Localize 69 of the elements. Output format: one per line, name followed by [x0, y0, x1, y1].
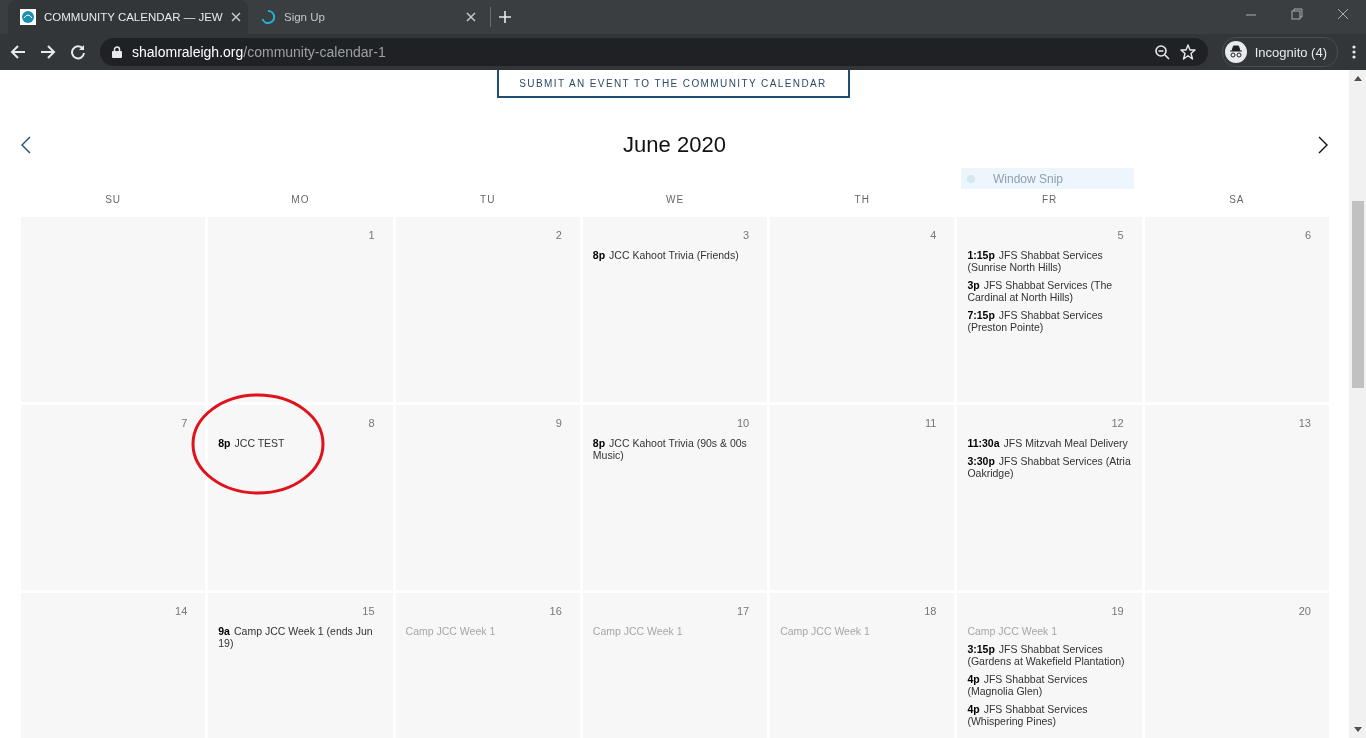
- tab-title: COMMUNITY CALENDAR — JEW: [44, 11, 223, 23]
- day-number: 17: [735, 605, 751, 617]
- tooltip-text: Window Snip: [993, 171, 1064, 186]
- calendar-event[interactable]: 3:15p JFS Shabbat Services (Gardens at Wakefield Plantation): [967, 643, 1132, 667]
- calendar-event[interactable]: 11:30a JFS Mitzvah Meal Delivery: [967, 437, 1132, 449]
- loading-spinner-icon: [260, 9, 276, 25]
- scrollbar-thumb[interactable]: [1351, 201, 1364, 388]
- incognito-icon: [1224, 41, 1247, 63]
- day-number: 4: [929, 229, 938, 241]
- url-text: shalomraleigh.org/community-calendar-1: [132, 44, 386, 60]
- calendar-event[interactable]: 1:15p JFS Shabbat Services (Sunrise North Hills): [967, 249, 1132, 273]
- weekday-label: MO: [290, 194, 311, 205]
- calendar-event[interactable]: 8p JCC TEST: [218, 437, 383, 449]
- day-number: 5: [1116, 229, 1125, 241]
- weekday-label: TU: [479, 194, 497, 205]
- day-number: 13: [1297, 417, 1312, 429]
- calendar-event[interactable]: 3:30p JFS Shabbat Services (Atria Oakridge): [967, 455, 1132, 479]
- month-title: June 2020: [623, 132, 726, 158]
- day-number: 12: [1110, 417, 1125, 429]
- day-number: 11: [924, 417, 938, 429]
- calendar-event[interactable]: 4p JFS Shabbat Services (Magnolia Glen): [967, 673, 1132, 697]
- reload-icon[interactable]: [70, 44, 86, 60]
- address-bar[interactable]: shalomraleigh.org/community-calendar-1: [100, 38, 1208, 66]
- day-number: 6: [1303, 229, 1312, 241]
- dot-icon: [967, 174, 975, 183]
- close-icon[interactable]: [230, 12, 241, 22]
- close-icon[interactable]: [466, 12, 476, 22]
- submit-event-button[interactable]: SUBMIT AN EVENT TO THE COMMUNITY CALENDAR: [496, 70, 850, 98]
- weekday-label: TH: [853, 194, 871, 205]
- scroll-up-icon[interactable]: [1353, 76, 1362, 81]
- day-number: 14: [174, 605, 189, 617]
- day-number: 3: [742, 229, 751, 241]
- new-tab-icon[interactable]: [499, 11, 511, 23]
- day-number: 10: [735, 417, 751, 429]
- day-number: 2: [554, 229, 563, 241]
- day-number: 7: [180, 417, 189, 429]
- calendar-event[interactable]: 4p JFS Shabbat Services (Whispering Pines): [967, 703, 1132, 727]
- browser-tab[interactable]: COMMUNITY CALENDAR — JEW: [8, 0, 248, 34]
- day-number: 8: [367, 417, 376, 429]
- zoom-out-icon[interactable]: [1153, 44, 1170, 60]
- forward-icon[interactable]: [40, 44, 56, 60]
- weekday-label: SU: [104, 194, 123, 205]
- profile-button[interactable]: Incognito (4): [1221, 37, 1338, 67]
- day-number: 9: [554, 417, 563, 429]
- scrollbar[interactable]: [1349, 70, 1366, 738]
- weekday-label: WE: [664, 194, 686, 205]
- star-icon[interactable]: [1179, 44, 1196, 60]
- calendar-event[interactable]: 3p JFS Shabbat Services (The Cardinal at North Hills): [967, 279, 1132, 303]
- scroll-down-icon[interactable]: [1353, 727, 1362, 732]
- day-number: 1: [367, 229, 376, 241]
- weekday-label: FR: [1040, 194, 1059, 205]
- calendar-event[interactable]: 9a Camp JCC Week 1 (ends Jun 19): [218, 625, 383, 649]
- day-number: 15: [361, 605, 376, 617]
- calendar-event[interactable]: 8p JCC Kahoot Trivia (Friends): [592, 249, 758, 261]
- previous-month-icon[interactable]: [21, 136, 31, 154]
- lock-icon: [112, 46, 122, 58]
- day-number: 16: [548, 605, 563, 617]
- day-number: 19: [1110, 605, 1125, 617]
- menu-icon[interactable]: [1352, 44, 1356, 60]
- back-icon[interactable]: [10, 44, 26, 60]
- calendar-event[interactable]: 8p JCC Kahoot Trivia (90s & 00s Music): [592, 437, 758, 461]
- logo-icon: [20, 9, 36, 25]
- next-month-icon[interactable]: [1318, 136, 1328, 154]
- calendar-event[interactable]: 7:15p JFS Shabbat Services (Preston Pointe): [967, 309, 1132, 333]
- day-number: 20: [1297, 605, 1312, 617]
- weekday-label: SA: [1228, 194, 1246, 205]
- tab-title: Sign Up: [284, 11, 325, 23]
- browser-tab[interactable]: Sign Up: [248, 0, 488, 34]
- day-number: 18: [923, 605, 938, 617]
